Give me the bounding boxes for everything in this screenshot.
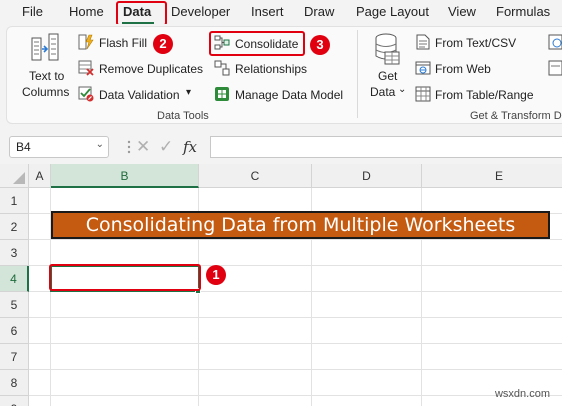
row-header-3[interactable]: 3	[0, 240, 29, 266]
column-header-b[interactable]: B	[51, 164, 199, 188]
column-header-d[interactable]: D	[312, 164, 422, 188]
text-to-columns-label-1[interactable]: Text to	[29, 69, 64, 83]
ribbon-tab-bar: File Home Data Developer Insert Draw Pag…	[0, 0, 562, 24]
get-data-dropdown-icon[interactable]: ⌄	[398, 84, 406, 95]
tab-file[interactable]: File	[22, 4, 43, 19]
get-transform-group-label: Get & Transform D	[470, 110, 562, 122]
tab-formulas[interactable]: Formulas	[496, 4, 550, 19]
cancel-icon[interactable]: ✕	[136, 137, 150, 157]
data-validation-label[interactable]: Data Validation	[99, 88, 180, 102]
data-tools-group-label: Data Tools	[157, 110, 209, 122]
select-all-corner[interactable]	[0, 164, 29, 188]
get-data-label-1[interactable]: Get	[378, 69, 397, 83]
column-header-a[interactable]: A	[29, 164, 51, 188]
chevron-down-icon[interactable]: ⌄	[96, 139, 104, 150]
gridline	[29, 239, 562, 240]
relationships-label[interactable]: Relationships	[235, 62, 307, 76]
get-data-icon[interactable]	[371, 32, 401, 66]
tab-developer[interactable]: Developer	[171, 4, 230, 19]
remove-duplicates-icon[interactable]	[78, 60, 94, 76]
tab-home[interactable]: Home	[69, 4, 104, 19]
column-header-e[interactable]: E	[422, 164, 562, 188]
row-header-7[interactable]: 7	[0, 344, 29, 370]
existing-connections-icon[interactable]	[548, 60, 562, 76]
remove-duplicates-label[interactable]: Remove Duplicates	[99, 62, 203, 76]
row-header-8[interactable]: 8	[0, 370, 29, 396]
relationships-icon[interactable]	[214, 60, 230, 76]
flash-fill-label[interactable]: Flash Fill	[99, 36, 147, 50]
from-text-csv-icon[interactable]	[415, 34, 431, 50]
manage-data-model-icon[interactable]	[214, 86, 230, 102]
row-header-6[interactable]: 6	[0, 318, 29, 344]
from-table-range-icon[interactable]	[415, 86, 431, 102]
tab-view[interactable]: View	[448, 4, 476, 19]
text-to-columns-label-2[interactable]: Columns	[22, 85, 69, 99]
annotation-box-consolidate	[209, 31, 305, 56]
annotation-badge-3: 3	[310, 35, 330, 55]
watermark: wsxdn.com	[494, 388, 550, 400]
formula-buttons: ✕ ✓ fx	[126, 136, 206, 158]
gridline	[29, 369, 562, 370]
group-separator	[357, 30, 358, 118]
gridline	[29, 395, 562, 396]
row-header-2[interactable]: 2	[0, 214, 29, 240]
data-validation-dropdown-icon[interactable]: ▾	[186, 87, 191, 98]
row-header-9[interactable]: 9	[0, 396, 29, 406]
insert-function-icon[interactable]: fx	[183, 138, 197, 156]
name-box[interactable]: B4 ⌄	[9, 136, 109, 158]
formula-input[interactable]	[210, 136, 562, 158]
annotation-box-cell-b4	[49, 264, 201, 291]
annotation-badge-1: 1	[206, 265, 226, 285]
sheet-title-cell[interactable]: Consolidating Data from Multiple Workshe…	[51, 211, 550, 239]
gridline	[29, 317, 562, 318]
name-box-value: B4	[16, 140, 31, 154]
annotation-badge-2: 2	[153, 34, 173, 54]
row-header-1[interactable]: 1	[0, 188, 29, 214]
data-validation-icon[interactable]	[78, 86, 94, 102]
from-table-range-label[interactable]: From Table/Range	[435, 88, 534, 102]
from-web-label[interactable]: From Web	[435, 62, 491, 76]
tab-page-layout[interactable]: Page Layout	[356, 4, 429, 19]
flash-fill-icon[interactable]	[78, 34, 94, 50]
get-data-label-2[interactable]: Data	[370, 85, 395, 99]
manage-data-model-label[interactable]: Manage Data Model	[235, 88, 343, 102]
enter-check-icon[interactable]: ✓	[159, 137, 173, 157]
tab-draw[interactable]: Draw	[304, 4, 334, 19]
tab-insert[interactable]: Insert	[251, 4, 284, 19]
row-header-5[interactable]: 5	[0, 292, 29, 318]
column-header-c[interactable]: C	[199, 164, 312, 188]
from-web-icon[interactable]	[415, 60, 431, 76]
annotation-box-data-tab	[116, 1, 167, 26]
gridline	[29, 343, 562, 344]
recent-sources-icon[interactable]	[548, 34, 562, 50]
from-text-csv-label[interactable]: From Text/CSV	[435, 36, 516, 50]
row-header-4[interactable]: 4	[0, 266, 29, 292]
text-to-columns-icon[interactable]	[30, 32, 62, 66]
formula-bar: B4 ⌄ ✕ ✓ fx	[0, 126, 562, 164]
